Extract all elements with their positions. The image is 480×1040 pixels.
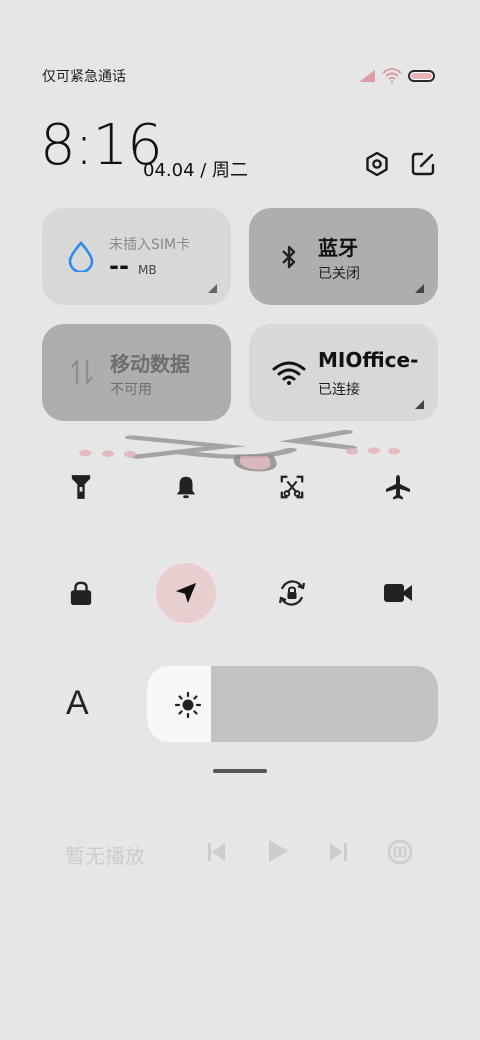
play-icon[interactable] (266, 838, 290, 864)
mobile-data-title: 移动数据 (110, 352, 190, 376)
bluetooth-title: 蓝牙 (318, 236, 358, 260)
location-toggle[interactable] (155, 562, 217, 624)
signal-icon (359, 70, 375, 82)
silent-toggle[interactable] (155, 456, 217, 518)
collapse-handle[interactable] (213, 769, 267, 773)
brightness-slider[interactable] (147, 666, 438, 742)
expand-corner (415, 284, 424, 293)
expand-corner (415, 400, 424, 409)
lock-screen-toggle[interactable] (50, 562, 112, 624)
wifi-status: 已连接 (318, 382, 360, 398)
carrier-status: 仅可紧急通话 (42, 69, 126, 85)
wifi-title: MIOffice- (318, 348, 419, 372)
mobile-data-status: 不可用 (110, 382, 152, 398)
flashlight-icon (71, 475, 91, 499)
data-usage-value: -- (109, 252, 129, 280)
wifi-icon (382, 68, 402, 83)
rotate-lock-icon (278, 580, 306, 606)
screenshot-toggle[interactable] (261, 456, 323, 518)
font-size-button[interactable]: A (66, 684, 89, 723)
mobile-data-tile[interactable]: 移动数据 不可用 (42, 324, 231, 421)
lock-icon (70, 581, 92, 605)
video-camera-icon (384, 584, 412, 602)
expand-corner (208, 284, 217, 293)
water-drop-icon (68, 241, 94, 272)
next-icon[interactable] (327, 840, 351, 864)
cast-icon[interactable] (386, 838, 414, 866)
media-status: 暂无播放 (65, 844, 145, 868)
mobile-data-icon (71, 359, 93, 385)
airplane-toggle[interactable] (367, 456, 429, 518)
data-usage-tile[interactable]: 未插入SIM卡 -- MB (42, 208, 231, 305)
bell-icon (176, 476, 196, 499)
auto-rotate-toggle[interactable] (261, 562, 323, 624)
previous-icon[interactable] (204, 840, 228, 864)
sun-icon (174, 691, 202, 719)
date-label[interactable]: 04.04 / 周二 (143, 156, 248, 182)
screenshot-icon (280, 475, 304, 499)
flashlight-toggle[interactable] (50, 456, 112, 518)
battery-icon (408, 70, 435, 82)
bluetooth-tile[interactable]: 蓝牙 已关闭 (249, 208, 438, 305)
bluetooth-status: 已关闭 (318, 266, 360, 282)
settings-icon[interactable] (363, 150, 391, 178)
data-usage-label: 未插入SIM卡 (109, 237, 191, 253)
edit-icon[interactable] (409, 150, 437, 178)
airplane-icon (386, 475, 410, 500)
screen-record-toggle[interactable] (367, 562, 429, 624)
data-usage-unit: MB (138, 263, 157, 277)
bluetooth-icon (282, 245, 296, 269)
location-arrow-icon (175, 582, 197, 604)
wifi-tile[interactable]: MIOffice- 已连接 (249, 324, 438, 421)
wifi-icon (272, 361, 306, 385)
